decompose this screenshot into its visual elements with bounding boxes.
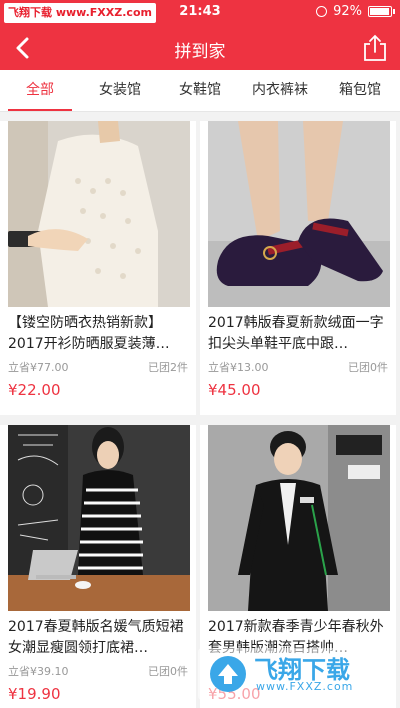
site-watermark: 飞翔下载 www.FXXZ.com — [198, 648, 394, 700]
status-right: 92% — [316, 4, 395, 19]
status-bar: 飞翔下载 www.FXXZ.com 21:43 92% — [0, 0, 400, 26]
tab-all[interactable]: 全部 — [0, 70, 80, 111]
product-name: 2017春夏韩版名媛气质短裙女潮显瘦圆领打底裙… — [8, 619, 184, 656]
product-card[interactable]: 2017韩版春夏新款绒面一字扣尖头单鞋平底中跟… 立省¥13.00 已团0件 ¥… — [200, 121, 396, 415]
product-name: 2017韩版春夏新款绒面一字扣尖头单鞋平底中跟… — [208, 315, 384, 352]
save-amount: 立省¥77.00 — [8, 361, 69, 374]
group-count: 已团2件 — [148, 361, 188, 374]
tab-womens-shoes[interactable]: 女鞋馆 — [160, 70, 240, 111]
product-card[interactable]: 2017春夏韩版名媛气质短裙女潮显瘦圆领打底裙… 立省¥39.10 已团0件 ¥… — [0, 425, 196, 708]
product-meta: 立省¥13.00 已团0件 — [208, 359, 388, 375]
product-price: ¥22.00 — [8, 381, 61, 399]
save-amount: 立省¥13.00 — [208, 361, 269, 374]
product-price: ¥45.00 — [208, 381, 261, 399]
nav-bar: 拼到家 — [0, 26, 400, 70]
product-name: 【镂空防晒衣热销新款】2017开衫防晒服夏装薄… — [8, 315, 170, 352]
product-meta: 立省¥39.10 已团0件 — [8, 663, 188, 679]
battery-icon — [368, 6, 395, 17]
product-image — [208, 121, 390, 307]
tab-underwear[interactable]: 内衣裤袜 — [240, 70, 320, 111]
product-grid: 【镂空防晒衣热销新款】2017开衫防晒服夏装薄… 立省¥77.00 已团2件 ¥… — [0, 113, 400, 708]
category-tabs: 全部 女装馆 女鞋馆 内衣裤袜 箱包馆 — [0, 70, 400, 112]
share-icon[interactable] — [362, 34, 388, 62]
tab-bags[interactable]: 箱包馆 — [320, 70, 400, 111]
product-card[interactable]: 【镂空防晒衣热销新款】2017开衫防晒服夏装薄… 立省¥77.00 已团2件 ¥… — [0, 121, 196, 415]
page-title: 拼到家 — [174, 42, 226, 62]
product-image — [8, 121, 190, 307]
battery-percent: 92% — [333, 4, 362, 19]
product-price: ¥19.90 — [8, 685, 61, 703]
group-count: 已团0件 — [348, 361, 388, 374]
group-count: 已团0件 — [148, 665, 188, 678]
save-amount: 立省¥39.10 — [8, 665, 69, 678]
product-image — [8, 425, 190, 611]
watermark-logo-icon — [210, 656, 246, 692]
product-image — [208, 425, 390, 611]
watermark-url: www.FXXZ.com — [256, 680, 354, 693]
alarm-icon — [316, 6, 328, 17]
tab-womens-clothing[interactable]: 女装馆 — [80, 70, 160, 111]
product-meta: 立省¥77.00 已团2件 — [8, 359, 188, 375]
